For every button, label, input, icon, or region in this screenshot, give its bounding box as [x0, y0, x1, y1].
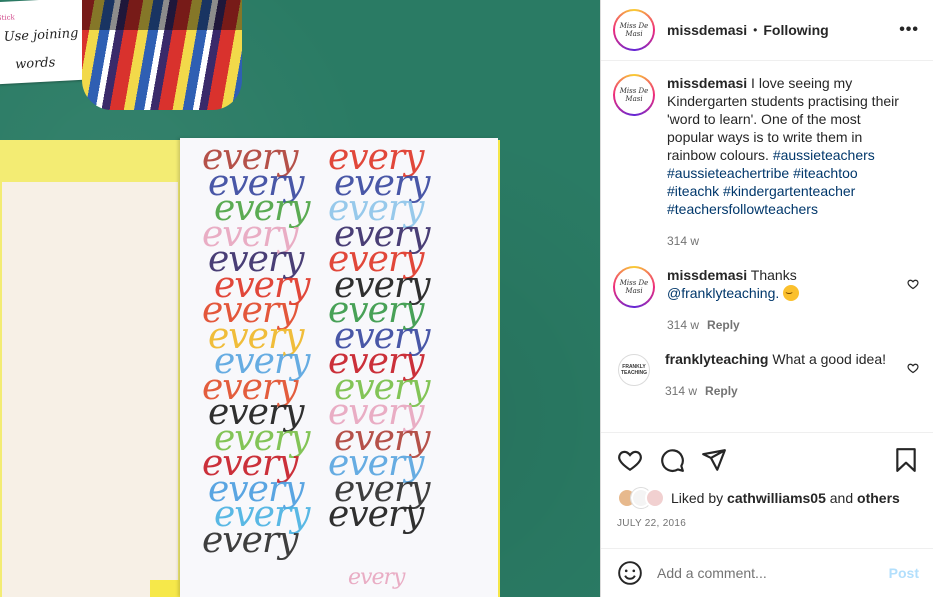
post-photo: Stick Use joining words every every every e…: [0, 0, 600, 597]
comment-body: franklyteaching What a good idea! 314 w R…: [665, 350, 903, 400]
liker-avatar[interactable]: [645, 488, 665, 508]
comment-time[interactable]: 314 w: [667, 318, 699, 332]
practice-word: every: [328, 494, 424, 535]
likes-text: Liked by cathwilliams05 and others: [671, 490, 900, 506]
likes-middle: and: [825, 490, 858, 506]
comment-text: What a good idea!: [768, 351, 887, 367]
caption-avatar[interactable]: Miss De Masi: [613, 74, 655, 116]
practice-word: every: [348, 565, 405, 590]
comment-item: FRANKLY TEACHING franklyteaching What a …: [613, 350, 919, 400]
likes-user[interactable]: cathwilliams05: [727, 490, 826, 506]
caption-meta: 314 w: [667, 232, 905, 250]
following-button[interactable]: Following: [763, 22, 828, 38]
comment-username[interactable]: franklyteaching: [665, 351, 768, 367]
author-avatar-logo: Miss De Masi: [615, 11, 653, 49]
comment-avatar[interactable]: Miss De Masi: [613, 266, 655, 308]
pencil-cup: [82, 0, 242, 110]
comment-meta: 314 w Reply: [667, 316, 905, 334]
reply-button[interactable]: Reply: [705, 384, 738, 398]
share-icon[interactable]: [701, 447, 727, 473]
comment-item: Miss De Masi missdemasi Thanks @franklyt…: [613, 266, 919, 334]
comment-meta: 314 w Reply: [665, 382, 903, 400]
post-date[interactable]: JULY 22, 2016: [617, 518, 686, 529]
card-line-2: words: [14, 55, 56, 73]
caption-time[interactable]: 314 w: [667, 234, 699, 248]
folder-inner-page: [2, 182, 178, 597]
emoji-icon[interactable]: [617, 560, 643, 586]
comment-like-heart-icon[interactable]: [907, 278, 919, 290]
card-tag: Stick: [0, 13, 15, 23]
caption-username[interactable]: missdemasi: [667, 75, 747, 91]
comment-avatar-logo: Miss De Masi: [615, 268, 653, 306]
caption-body: missdemasi I love seeing my Kindergarten…: [667, 74, 905, 250]
rainbow-writing-paper: every every every every every every every every…: [180, 138, 498, 597]
smile-emoji-icon: [783, 283, 800, 301]
add-comment-bar: Post: [601, 548, 933, 597]
author-username[interactable]: missdemasi: [667, 22, 747, 38]
likes-summary: Liked by cathwilliams05 and others: [617, 486, 919, 510]
comment-body: missdemasi Thanks @franklyteaching. 314 …: [667, 266, 905, 334]
post-side-panel: Miss De Masi missdemasi • Following ••• …: [600, 0, 933, 597]
comment-avatar[interactable]: FRANKLY TEACHING: [618, 354, 650, 386]
reply-button[interactable]: Reply: [707, 318, 740, 332]
comment-username[interactable]: missdemasi: [667, 267, 747, 283]
likes-others[interactable]: others: [857, 490, 900, 506]
comment-mention[interactable]: @franklyteaching.: [667, 285, 779, 301]
post-comment-button[interactable]: Post: [889, 565, 919, 581]
more-options-icon[interactable]: •••: [899, 21, 919, 39]
author-avatar[interactable]: Miss De Masi: [613, 9, 655, 51]
post-actions: [601, 432, 933, 486]
likes-prefix: Liked by: [671, 490, 728, 506]
bookmark-icon[interactable]: [893, 447, 919, 473]
caption-avatar-logo: Miss De Masi: [615, 76, 653, 114]
heart-icon[interactable]: [617, 447, 643, 473]
post-header: Miss De Masi missdemasi • Following •••: [601, 0, 933, 61]
comments-list[interactable]: Miss De Masi missdemasi I love seeing my…: [601, 62, 933, 428]
practice-word: every: [202, 519, 298, 561]
comment-time[interactable]: 314 w: [665, 384, 697, 398]
comment-text: Thanks: [747, 267, 797, 283]
comment-input[interactable]: [657, 565, 889, 581]
caption: Miss De Masi missdemasi I love seeing my…: [613, 74, 919, 250]
joining-words-card: Stick Use joining words: [0, 0, 89, 85]
comment-like-heart-icon[interactable]: [907, 362, 919, 374]
card-line-1: Use joining: [3, 25, 79, 45]
separator-dot: •: [753, 23, 758, 37]
comment-icon[interactable]: [659, 447, 685, 473]
